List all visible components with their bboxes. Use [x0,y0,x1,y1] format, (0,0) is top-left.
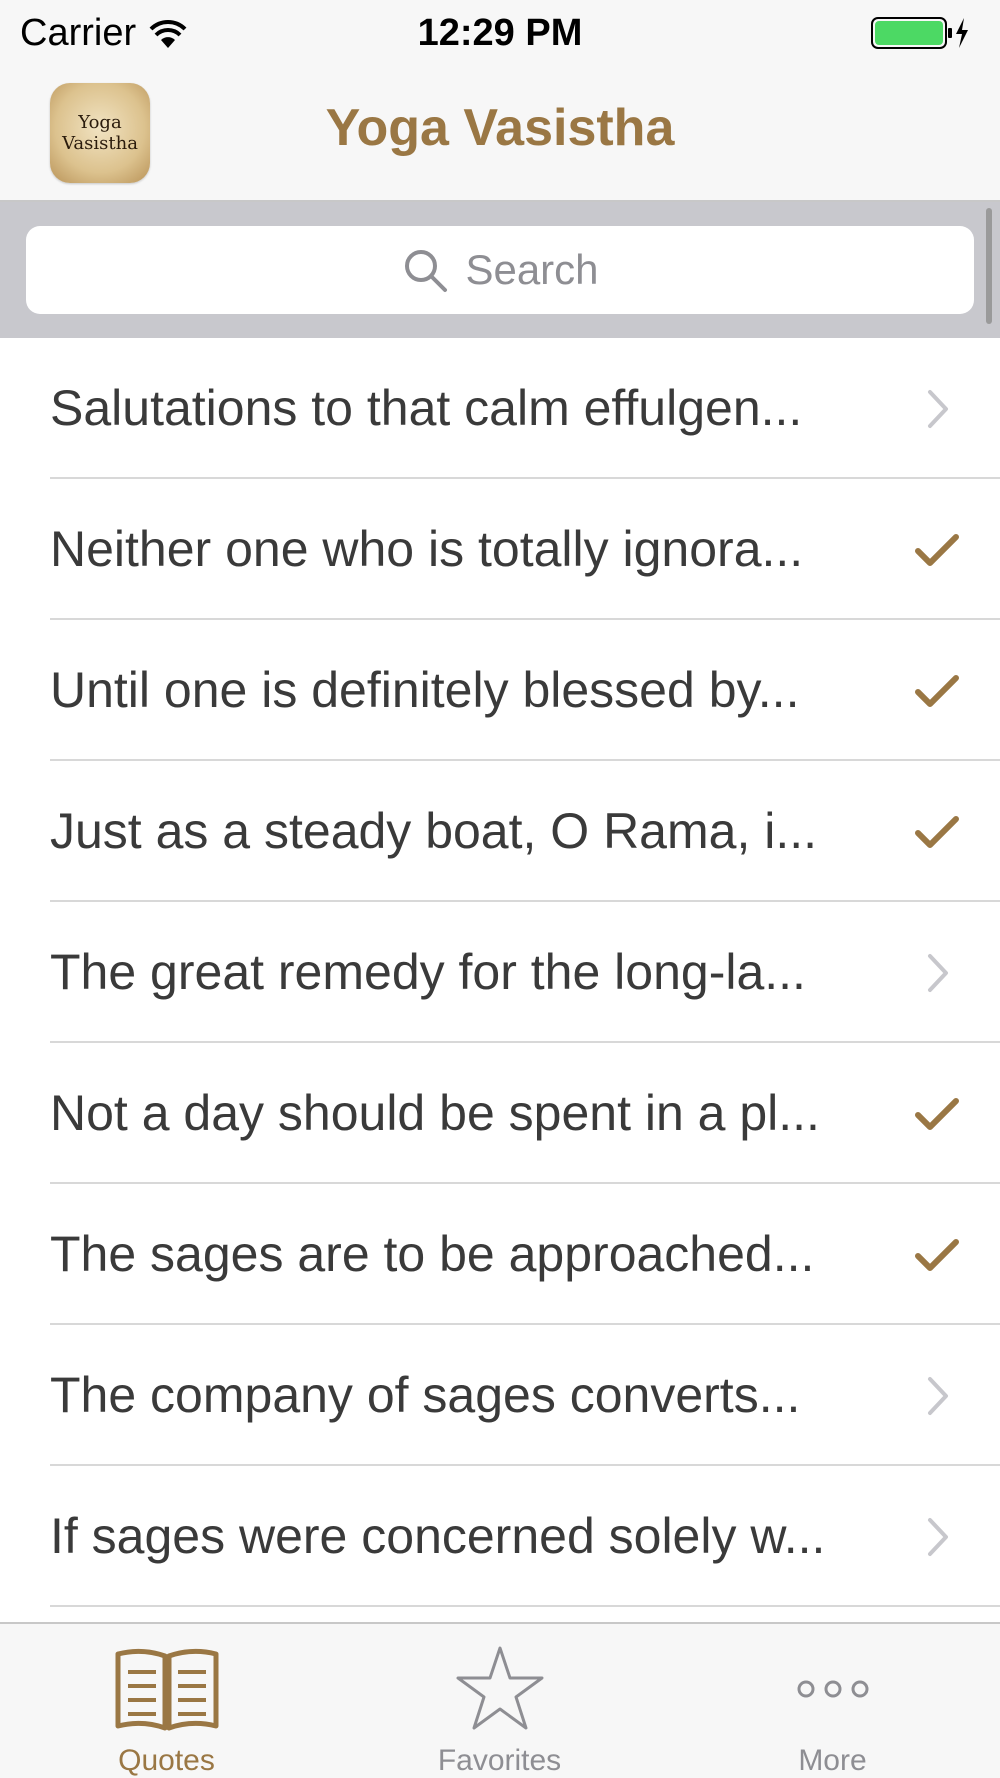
scroll-indicator [986,208,992,324]
quote-list: Salutations to that calm effulgen... Nei… [0,338,1000,1622]
chevron-right-icon [928,954,948,992]
status-time: 12:29 PM [417,12,583,54]
tab-label: Quotes [118,1744,215,1777]
checkmark-icon [915,534,959,566]
quote-text: The company of sages converts... [50,1367,801,1423]
book-icon [115,1648,218,1731]
search-placeholder: Search [465,246,599,293]
tab-bar: Quotes Favorites More [0,1622,1000,1778]
tab-more[interactable]: More [666,1624,999,1778]
search-bar: Search [0,202,1000,338]
quote-row[interactable]: The sages are to be approached... [0,1184,1000,1325]
page-title: Yoga Vasistha [325,99,675,157]
chevron-right-icon [928,390,948,428]
battery-icon [871,17,968,49]
star-icon [456,1646,543,1730]
chevron-right-icon [928,1518,948,1556]
quote-text: The great remedy for the long-la... [50,944,806,1000]
quote-row[interactable]: Not a day should be spent in a pl... [0,1043,1000,1184]
tab-favorites[interactable]: Favorites [333,1624,666,1778]
quote-row[interactable]: Salutations to that calm effulgen... [0,338,1000,479]
quote-text: Neither one who is totally ignora... [50,521,804,577]
tab-label: More [798,1744,867,1777]
checkmark-icon [915,816,959,848]
quote-row[interactable]: The great remedy for the long-la... [0,902,1000,1043]
quote-row[interactable]: Until one is definitely blessed by... [0,620,1000,761]
row-divider [50,1605,1000,1607]
tab-quotes[interactable]: Quotes [0,1624,333,1778]
search-input[interactable]: Search [26,226,974,314]
quote-text: Until one is definitely blessed by... [50,662,800,718]
quote-text: Salutations to that calm effulgen... [50,380,803,436]
quote-text: The sages are to be approached... [50,1226,815,1282]
quote-text: If sages were concerned solely w... [50,1508,826,1564]
tab-label: Favorites [437,1744,562,1777]
search-icon [405,250,448,292]
checkmark-icon [915,675,959,707]
quote-row[interactable]: Neither one who is totally ignora... [0,479,1000,620]
quote-text: Just as a steady boat, O Rama, i... [50,803,818,859]
chevron-right-icon [928,1377,948,1415]
navigation-bar: Yoga Vasistha Yoga Vasistha [0,68,1000,202]
quote-row[interactable]: Just as a steady boat, O Rama, i... [0,761,1000,902]
checkmark-icon [915,1239,959,1271]
status-bar: Carrier 12:29 PM [0,0,1000,68]
checkmark-icon [915,1098,959,1130]
quote-row[interactable]: If sages were concerned solely w... [0,1466,1000,1607]
quote-row[interactable]: The company of sages converts... [0,1325,1000,1466]
quote-text: Not a day should be spent in a pl... [50,1085,820,1141]
more-icon [797,1680,868,1698]
